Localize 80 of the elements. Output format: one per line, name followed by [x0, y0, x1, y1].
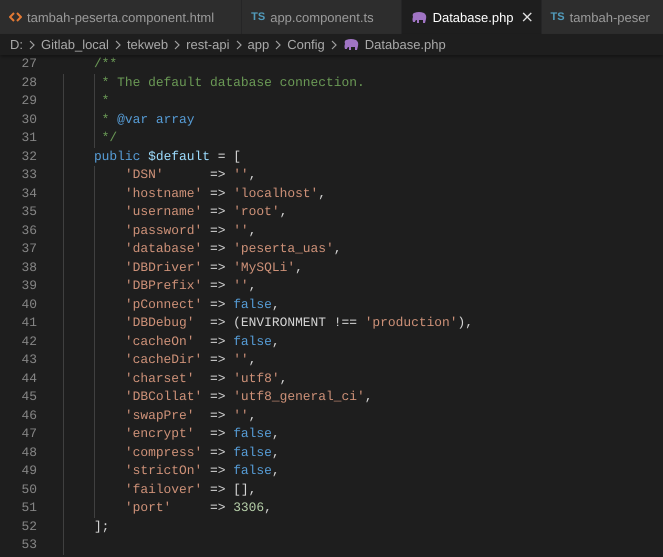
code-line: 'encrypt' => false,: [124, 425, 280, 443]
line-number: 43: [20, 351, 37, 369]
file-type-label: TS: [251, 11, 266, 23]
chevron-icon: [234, 40, 242, 50]
line-number: 35: [20, 203, 37, 221]
code-line: * The default database connection.: [102, 74, 365, 92]
code-line: public $default = [: [94, 148, 241, 166]
code-line: * @var array: [102, 110, 195, 128]
code-line: 'strictOn' => false,: [124, 462, 280, 480]
chevron-icon: [173, 40, 182, 50]
line-number: 41: [20, 314, 37, 332]
line-number: 45: [20, 388, 37, 406]
code-line: 'hostname' => 'localhost',: [124, 184, 326, 202]
tab-label: app.component.ts: [270, 10, 374, 24]
line-number: 53: [20, 536, 37, 554]
chevron-icon: [274, 40, 282, 50]
code-line: 'password' => '',: [124, 222, 256, 240]
chevron-icon: [28, 40, 36, 50]
editor-tab[interactable]: Database.php ×: [402, 0, 542, 34]
code-line: ];: [94, 518, 110, 536]
tab-label: tambah-peserta.component.html: [27, 10, 214, 24]
tab-label: tambah-peser: [570, 10, 650, 24]
code-line: *: [102, 92, 110, 110]
code-line: */: [102, 129, 118, 147]
line-number: 36: [20, 222, 37, 240]
code-line: 'username' => 'root',: [124, 203, 288, 221]
breadcrumb-item[interactable]: app: [248, 37, 270, 52]
line-number: 37: [20, 240, 37, 258]
close-button[interactable]: ×: [518, 8, 536, 26]
line-number: 34: [20, 184, 37, 202]
line-number: 49: [20, 462, 37, 480]
editor-tab[interactable]: tambah-peserta.component.html: [0, 0, 242, 34]
breadcrumb-item[interactable]: tekweb: [126, 37, 168, 52]
breadcrumb-item[interactable]: rest-api: [186, 37, 230, 52]
breadcrumb-item[interactable]: D:: [10, 37, 23, 52]
code-line: 'charset' => 'utf8',: [124, 370, 288, 388]
code-line: 'swapPre' => '',: [124, 406, 256, 424]
code-line: 'pConnect' => false,: [124, 296, 280, 314]
line-number: 52: [20, 518, 37, 536]
line-number: 27: [20, 55, 37, 73]
line-number: 30: [20, 110, 37, 128]
code-line: 'DBDriver' => 'MySQLi',: [124, 258, 303, 276]
file-type-label: TS: [550, 11, 565, 23]
line-number: 38: [20, 258, 37, 276]
code-icon: [9, 11, 22, 23]
code-line: 'DSN' => '',: [124, 166, 256, 184]
code-line: 'compress' => false,: [124, 444, 280, 462]
line-number: 47: [20, 425, 37, 443]
code-line: 'failover' => [],: [124, 480, 256, 498]
breadcrumb-item[interactable]: Database.php: [364, 37, 446, 52]
line-number: 48: [20, 444, 37, 462]
line-number: 44: [20, 370, 37, 388]
code-line: 'DBDebug' => (ENVIRONMENT !== 'production'),: [124, 314, 473, 332]
line-number: 39: [20, 277, 37, 295]
code-line: 'cacheOn' => false,: [124, 332, 280, 350]
tab-label: Database.php: [432, 10, 514, 24]
line-number: 32: [20, 148, 37, 166]
line-number: 40: [20, 296, 37, 314]
elephant-icon: [410, 10, 428, 24]
chevron-icon: [114, 40, 122, 50]
code-line: 'port' => 3306,: [124, 499, 272, 517]
line-number: 29: [20, 92, 37, 110]
line-number: 33: [20, 166, 37, 184]
code-line: 'cacheDir' => '',: [124, 351, 256, 369]
chevron-icon: [330, 40, 338, 50]
line-number: 51: [20, 499, 37, 517]
code-line: /**: [94, 55, 118, 73]
line-number: 31: [20, 129, 37, 147]
breadcrumb-item[interactable]: Config: [287, 37, 325, 52]
breadcrumb-item[interactable]: Gitlab_local: [41, 37, 109, 52]
code-line: 'DBCollat' => 'utf8_general_ci',: [124, 388, 372, 406]
code-line: 'DBPrefix' => '',: [124, 277, 256, 295]
line-number: 50: [20, 480, 37, 498]
elephant-icon: [342, 38, 360, 51]
line-number: 46: [20, 406, 37, 424]
line-number: 28: [20, 74, 37, 92]
editor-tab[interactable]: TS tambah-peser: [542, 0, 663, 34]
line-number: 42: [20, 332, 37, 350]
code-line: 'database' => 'peserta_uas',: [124, 240, 342, 258]
editor-tab[interactable]: TS app.component.ts: [242, 0, 402, 34]
